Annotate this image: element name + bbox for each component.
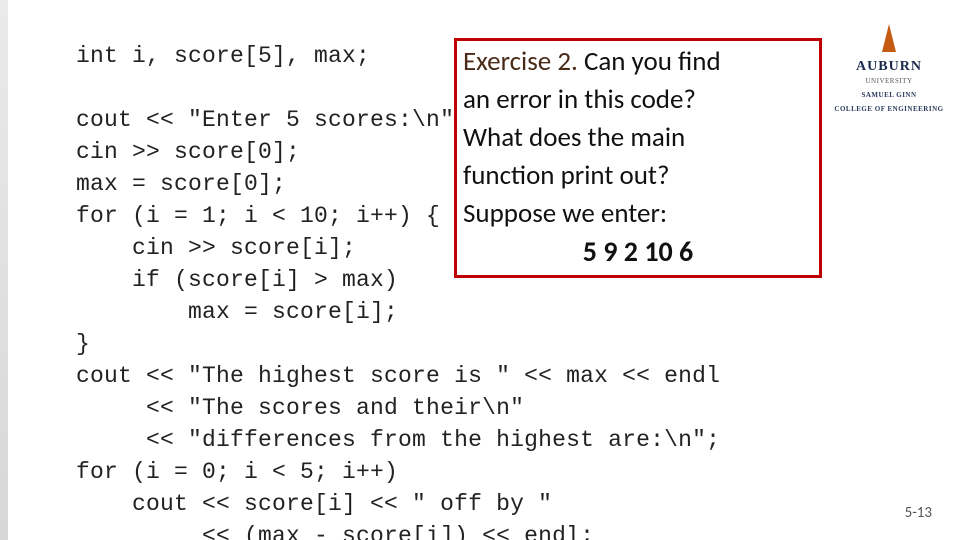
page-number: 5-13 — [905, 504, 932, 522]
exercise-line: What does the main — [463, 119, 813, 157]
slide-left-strip — [0, 0, 8, 540]
exercise-line: Exercise 2. Can you find — [463, 43, 813, 81]
logo-sub: UNIVERSITY — [834, 77, 944, 85]
logo-college-1: SAMUEL GINN — [834, 91, 944, 99]
exercise-callout: Exercise 2. Can you find an error in thi… — [454, 38, 822, 278]
auburn-logo: AUBURN UNIVERSITY SAMUEL GINN COLLEGE OF… — [834, 24, 944, 113]
tower-icon — [882, 24, 896, 52]
exercise-text: Can you find — [584, 45, 721, 78]
logo-name: AUBURN — [834, 59, 944, 75]
logo-college-2: COLLEGE OF ENGINEERING — [834, 105, 944, 113]
exercise-line: function print out? — [463, 157, 813, 195]
exercise-input-numbers: 5 9 2 10 6 — [463, 233, 813, 271]
exercise-line: an error in this code? — [463, 81, 813, 119]
exercise-title: Exercise 2. — [463, 45, 584, 78]
exercise-line: Suppose we enter: — [463, 195, 813, 233]
